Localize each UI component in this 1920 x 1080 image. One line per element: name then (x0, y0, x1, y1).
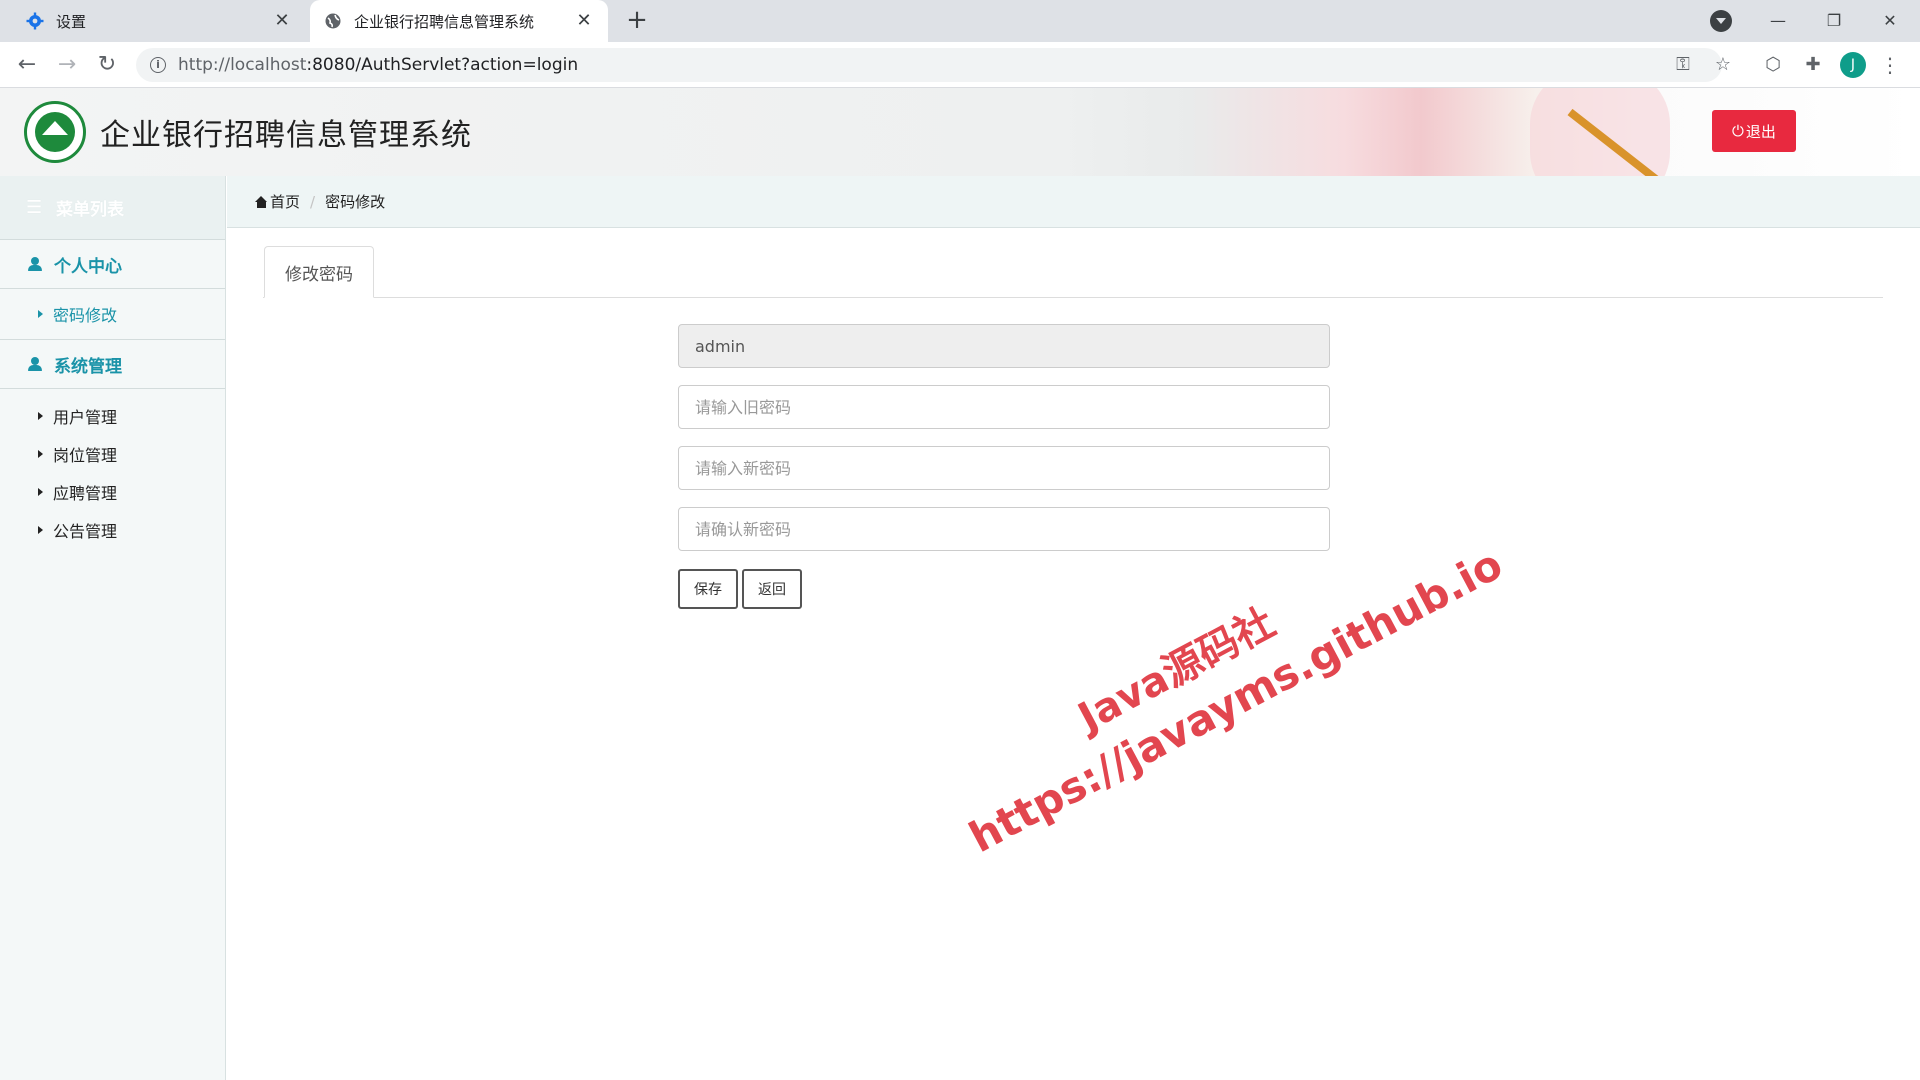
tab-search-icon[interactable] (1710, 10, 1732, 32)
new-password-field[interactable] (678, 446, 1330, 490)
new-tab-button[interactable]: + (624, 7, 650, 34)
university-logo-icon (24, 101, 86, 163)
sidebar-item-label: 应聘管理 (53, 484, 118, 503)
list-icon: ☰ (26, 197, 43, 218)
username-field[interactable] (678, 324, 1330, 368)
browser-tab-bar: 设置 ✕ 企业银行招聘信息管理系统 ✕ + — ❐ ✕ (0, 0, 1920, 42)
form-row-old-password: 旧密码 (227, 385, 1920, 429)
close-icon[interactable]: ✕ (272, 11, 292, 31)
form-row-confirm-password: 确认密码 (227, 507, 1920, 551)
caret-right-icon (38, 412, 43, 420)
breadcrumb-home[interactable]: 首页 (270, 191, 300, 212)
bookmark-star-icon[interactable]: ☆ (1708, 50, 1738, 80)
sidebar-group-label: 个人中心 (54, 256, 122, 277)
confirm-password-field[interactable] (678, 507, 1330, 551)
form-actions: 保存 返回 (227, 569, 1920, 613)
caret-right-icon (38, 488, 43, 496)
sidebar-item-users[interactable]: 用户管理 (0, 397, 225, 435)
info-icon[interactable]: i (150, 57, 166, 73)
old-password-field[interactable] (678, 385, 1330, 429)
browser-tab-label: 设置 (56, 12, 87, 31)
window-close-icon[interactable]: ✕ (1870, 6, 1910, 36)
sidebar-item-label: 密码修改 (53, 306, 118, 325)
sidebar-item-label: 岗位管理 (53, 446, 118, 465)
minimize-icon[interactable]: — (1758, 6, 1798, 36)
restore-icon[interactable]: ❐ (1814, 6, 1854, 36)
sidebar-item-change-password[interactable]: 密码修改 (0, 289, 225, 339)
breadcrumb-current: 密码修改 (325, 193, 386, 211)
site-title: 企业银行招聘信息管理系统 (100, 118, 472, 153)
sidebar-item-positions[interactable]: 岗位管理 (0, 435, 225, 473)
gear-icon (26, 12, 44, 30)
url-path: :8080/AuthServlet?action=login (306, 55, 579, 75)
app-header: 企业银行招聘信息管理系统 ⏻ 退出 (0, 88, 1920, 176)
globe-icon (324, 12, 342, 30)
tab-divider (263, 297, 1883, 298)
profile-avatar[interactable]: J (1840, 52, 1866, 78)
breadcrumb: 首页 / 密码修改 (227, 176, 1920, 228)
home-icon (255, 195, 268, 208)
form-row-new-password: 新密码 (227, 446, 1920, 490)
caret-right-icon (38, 310, 43, 318)
caret-right-icon (38, 450, 43, 458)
browser-tab-label: 企业银行招聘信息管理系统 (354, 12, 535, 31)
logout-button[interactable]: ⏻ 退出 (1712, 110, 1796, 152)
forward-arrow-icon[interactable]: → (52, 50, 82, 80)
logout-label: 退出 (1745, 122, 1776, 141)
browser-tab-settings[interactable]: 设置 ✕ (0, 0, 306, 42)
key-icon[interactable]: ⚿ (1668, 50, 1698, 80)
sidebar-group-personal[interactable]: 个人中心 (0, 239, 225, 289)
sidebar-heading-label: 菜单列表 (56, 200, 124, 220)
user-icon (28, 257, 42, 271)
address-bar[interactable]: i http://localhost:8080/AuthServlet?acti… (136, 48, 1722, 82)
sidebar-item-applications[interactable]: 应聘管理 (0, 473, 225, 511)
sidebar-item-label: 公告管理 (53, 522, 118, 541)
form-row-username: 用户名 (227, 324, 1920, 368)
back-arrow-icon[interactable]: ← (12, 50, 42, 80)
sidebar-item-label: 用户管理 (53, 408, 118, 427)
caret-right-icon (38, 526, 43, 534)
browser-tab-app[interactable]: 企业银行招聘信息管理系统 ✕ (310, 0, 608, 42)
browser-toolbar: ← → ↻ i http://localhost:8080/AuthServle… (0, 42, 1920, 88)
breadcrumb-separator: / (310, 192, 316, 211)
user-icon (28, 357, 42, 371)
close-icon[interactable]: ✕ (574, 11, 594, 31)
tab-change-password[interactable]: 修改密码 (264, 246, 374, 298)
sidebar-item-announcements[interactable]: 公告管理 (0, 511, 225, 549)
reload-icon[interactable]: ↻ (92, 50, 122, 80)
power-icon: ⏻ (1732, 122, 1744, 140)
extension-hexagon-icon[interactable]: ⬡ (1758, 50, 1788, 80)
sidebar: ☰ 菜单列表 个人中心 密码修改 系统管理 用户管理 岗位管理 应聘管理 公告管… (0, 176, 226, 1080)
back-button[interactable]: 返回 (742, 569, 802, 609)
sidebar-group-system[interactable]: 系统管理 (0, 339, 225, 389)
sidebar-heading: ☰ 菜单列表 (0, 176, 225, 239)
more-menu-icon[interactable]: ⋮ (1880, 50, 1900, 80)
save-button[interactable]: 保存 (678, 569, 738, 609)
sidebar-group-label: 系统管理 (54, 356, 122, 377)
main-content: 修改密码 用户名 旧密码 新密码 确认密码 保存 返回 (227, 228, 1920, 1080)
puzzle-icon[interactable]: ✚ (1798, 50, 1828, 80)
url-host: http://localhost (178, 55, 307, 75)
